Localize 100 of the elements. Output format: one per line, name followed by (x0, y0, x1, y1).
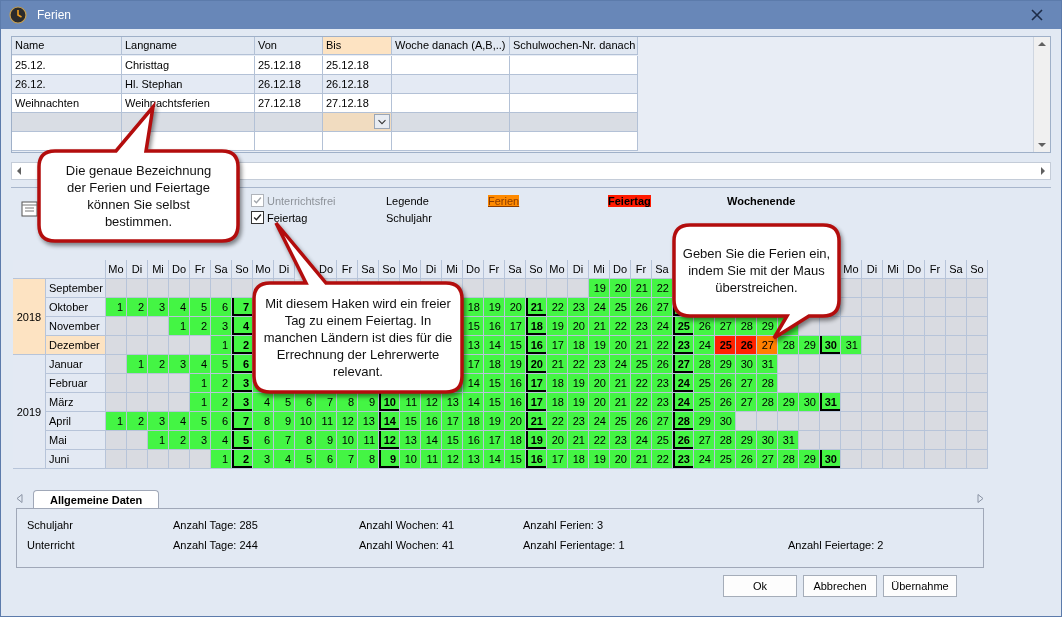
calendar-edit-icon[interactable] (21, 200, 39, 218)
day-cell[interactable]: 26 (652, 355, 673, 374)
table-cell[interactable]: 25.12. (12, 56, 122, 75)
day-cell[interactable]: 25 (610, 412, 631, 431)
day-cell[interactable]: 6 (211, 298, 232, 317)
table-cell[interactable]: 25.12.18 (323, 56, 392, 75)
column-header[interactable]: Woche danach (A,B,..) (392, 37, 510, 55)
day-cell[interactable] (946, 317, 967, 336)
day-cell[interactable]: 1 (190, 393, 211, 412)
day-cell[interactable] (820, 317, 841, 336)
month-label[interactable]: November (46, 317, 106, 336)
day-cell[interactable]: 21 (631, 336, 652, 355)
day-cell[interactable]: 3 (211, 317, 232, 336)
day-cell[interactable]: 25 (673, 317, 694, 336)
day-cell[interactable]: 2 (190, 317, 211, 336)
table-cell[interactable] (510, 132, 638, 151)
day-cell[interactable]: 28 (778, 336, 799, 355)
day-cell[interactable]: 18 (568, 336, 589, 355)
day-cell[interactable] (904, 431, 925, 450)
day-cell[interactable]: 25 (652, 431, 673, 450)
day-cell[interactable]: 19 (484, 412, 505, 431)
day-cell[interactable]: 25 (694, 374, 715, 393)
tab-left-icon[interactable] (16, 494, 23, 503)
day-cell[interactable] (169, 450, 190, 469)
day-cell[interactable]: 21 (610, 374, 631, 393)
day-cell[interactable] (106, 279, 127, 298)
day-cell[interactable]: 27 (757, 450, 778, 469)
day-cell[interactable]: 22 (631, 374, 652, 393)
day-cell[interactable] (799, 374, 820, 393)
month-label[interactable]: Januar (46, 355, 106, 374)
day-cell[interactable]: 20 (610, 279, 631, 298)
day-cell[interactable] (925, 412, 946, 431)
day-cell[interactable]: 2 (232, 336, 253, 355)
day-cell[interactable] (946, 298, 967, 317)
day-cell[interactable]: 26 (673, 431, 694, 450)
year-label[interactable]: 2018 (13, 279, 46, 355)
day-cell[interactable] (757, 412, 778, 431)
table-cell[interactable] (510, 56, 638, 75)
day-cell[interactable]: 27 (652, 412, 673, 431)
day-cell[interactable]: 19 (568, 374, 589, 393)
day-cell[interactable]: 18 (526, 317, 547, 336)
day-cell[interactable]: 10 (400, 450, 421, 469)
day-cell[interactable]: 21 (526, 298, 547, 317)
day-cell[interactable]: 16 (526, 336, 547, 355)
close-icon[interactable] (1031, 9, 1043, 21)
table-cell[interactable]: Christtag (122, 56, 255, 75)
day-cell[interactable]: 30 (820, 336, 841, 355)
day-cell[interactable] (967, 450, 988, 469)
day-cell[interactable]: 29 (778, 393, 799, 412)
day-cell[interactable]: 27 (652, 298, 673, 317)
day-cell[interactable]: 26 (631, 298, 652, 317)
day-cell[interactable] (778, 355, 799, 374)
day-cell[interactable] (148, 450, 169, 469)
day-cell[interactable]: 31 (841, 336, 862, 355)
day-cell[interactable] (883, 298, 904, 317)
day-cell[interactable]: 22 (610, 317, 631, 336)
day-cell[interactable] (799, 355, 820, 374)
day-cell[interactable] (862, 412, 883, 431)
day-cell[interactable]: 5 (190, 298, 211, 317)
day-cell[interactable]: 4 (169, 412, 190, 431)
day-cell[interactable] (190, 450, 211, 469)
day-cell[interactable] (106, 431, 127, 450)
column-header[interactable]: Von (255, 37, 323, 55)
day-cell[interactable]: 9 (379, 450, 400, 469)
day-cell[interactable]: 29 (736, 431, 757, 450)
day-cell[interactable] (883, 279, 904, 298)
day-cell[interactable]: 25 (610, 298, 631, 317)
day-cell[interactable] (946, 431, 967, 450)
day-cell[interactable]: 7 (232, 298, 253, 317)
day-cell[interactable]: 5 (190, 412, 211, 431)
day-cell[interactable]: 30 (736, 355, 757, 374)
table-cell[interactable] (510, 75, 638, 94)
day-cell[interactable] (883, 393, 904, 412)
day-cell[interactable]: 19 (589, 279, 610, 298)
day-cell[interactable]: 21 (547, 355, 568, 374)
day-cell[interactable] (841, 450, 862, 469)
table-cell[interactable] (392, 113, 510, 132)
day-cell[interactable]: 31 (820, 393, 841, 412)
day-cell[interactable] (169, 374, 190, 393)
day-cell[interactable] (820, 431, 841, 450)
day-cell[interactable] (904, 355, 925, 374)
day-cell[interactable]: 30 (799, 393, 820, 412)
day-cell[interactable] (127, 336, 148, 355)
day-cell[interactable]: 18 (463, 412, 484, 431)
day-cell[interactable] (862, 431, 883, 450)
day-cell[interactable]: 20 (568, 317, 589, 336)
day-cell[interactable]: 24 (631, 431, 652, 450)
day-cell[interactable] (106, 317, 127, 336)
day-cell[interactable]: 4 (169, 298, 190, 317)
day-cell[interactable]: 8 (253, 412, 274, 431)
day-cell[interactable] (127, 374, 148, 393)
day-cell[interactable]: 13 (358, 412, 379, 431)
day-cell[interactable]: 28 (757, 374, 778, 393)
day-cell[interactable] (925, 336, 946, 355)
month-label[interactable]: Mai (46, 431, 106, 450)
column-header[interactable]: Bis (323, 37, 392, 55)
day-cell[interactable] (904, 412, 925, 431)
day-cell[interactable]: 13 (442, 393, 463, 412)
day-cell[interactable] (925, 431, 946, 450)
day-cell[interactable]: 1 (106, 412, 127, 431)
